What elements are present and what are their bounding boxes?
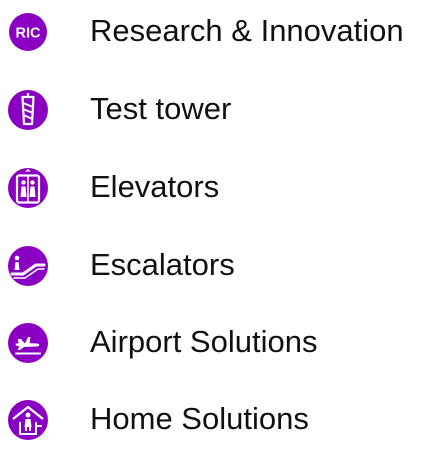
test-tower-icon bbox=[6, 88, 50, 132]
list-item-label: Elevators bbox=[90, 169, 220, 204]
list-item-research-innovation[interactable]: RIC Research & Innovation bbox=[0, 2, 439, 62]
solutions-list: RIC Research & Innovation Test tower Ele… bbox=[0, 0, 439, 459]
list-item-test-tower[interactable]: Test tower bbox=[0, 80, 439, 140]
list-item-escalators[interactable]: Escalators bbox=[0, 236, 439, 296]
list-item-label: Home Solutions bbox=[90, 401, 309, 436]
list-item-label: Escalators bbox=[90, 247, 235, 282]
list-item-label: Airport Solutions bbox=[90, 324, 318, 359]
list-item-airport-solutions[interactable]: Airport Solutions bbox=[0, 313, 439, 373]
list-item-label: Test tower bbox=[90, 91, 232, 126]
elevator-icon bbox=[6, 166, 50, 210]
home-lift-icon bbox=[6, 398, 50, 442]
escalator-icon bbox=[6, 244, 50, 288]
list-item-home-solutions[interactable]: Home Solutions bbox=[0, 390, 439, 450]
list-item-label: Research & Innovation bbox=[90, 13, 404, 48]
airplane-icon bbox=[6, 321, 50, 365]
ric-icon: RIC bbox=[6, 10, 50, 54]
list-item-elevators[interactable]: Elevators bbox=[0, 158, 439, 218]
ric-icon-text: RIC bbox=[16, 26, 42, 42]
